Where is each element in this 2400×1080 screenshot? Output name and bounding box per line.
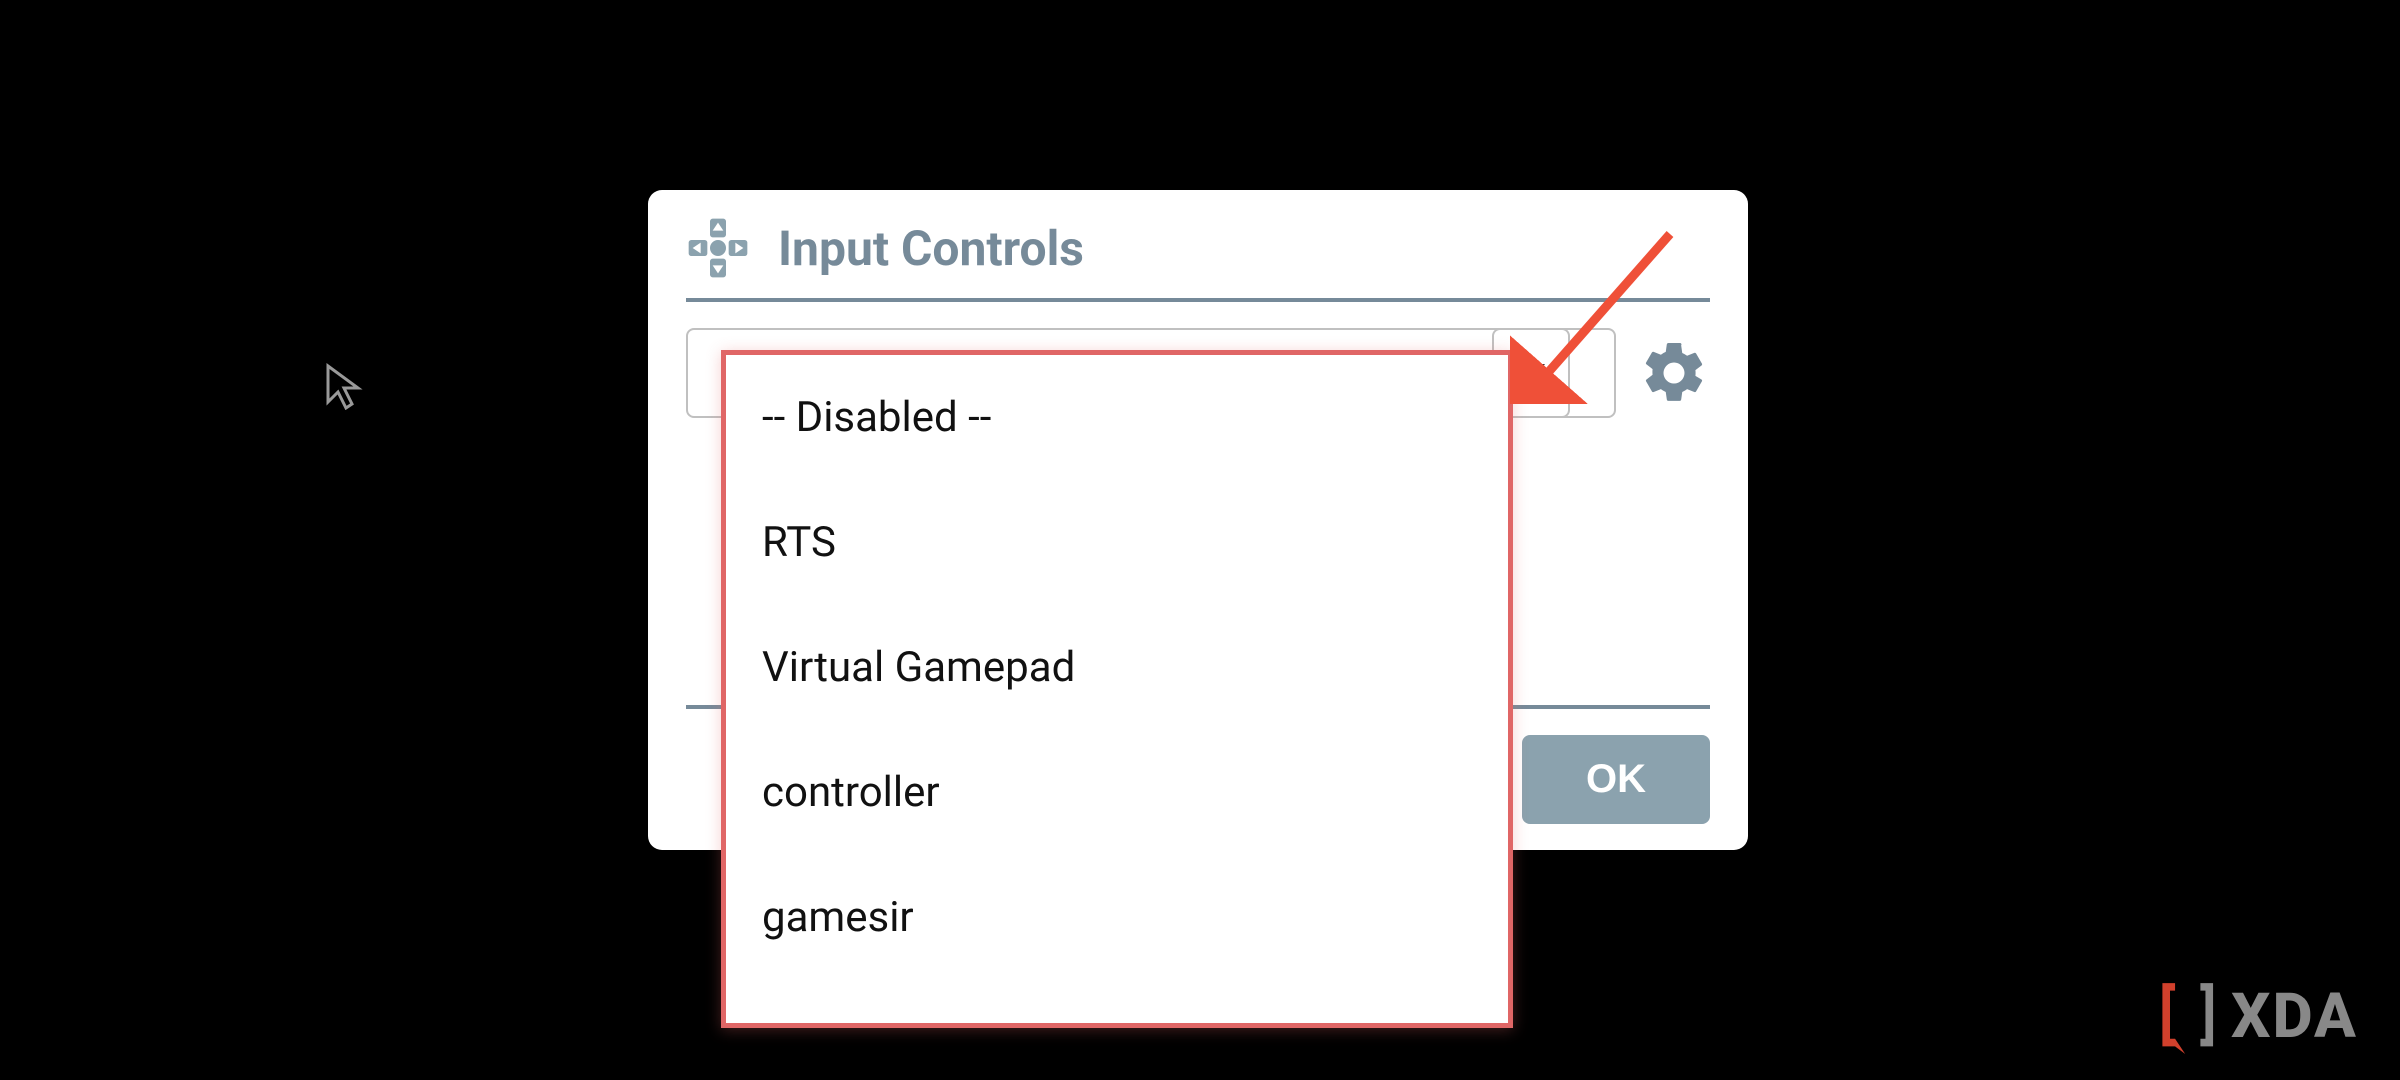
dropdown-option-disabled[interactable]: -- Disabled -- bbox=[726, 355, 1508, 480]
mouse-cursor-icon bbox=[320, 362, 368, 410]
watermark-text: XDA bbox=[2231, 980, 2358, 1053]
dropdown-option-virtual-gamepad[interactable]: Virtual Gamepad bbox=[726, 605, 1508, 730]
dialog-title: Input Controls bbox=[778, 220, 1084, 277]
dpad-icon bbox=[686, 216, 750, 280]
dropdown-option-gamesir[interactable]: gamesir bbox=[726, 855, 1508, 980]
chevron-down-icon bbox=[1517, 364, 1545, 382]
gear-icon[interactable] bbox=[1638, 337, 1710, 409]
dropdown-option-rts[interactable]: RTS bbox=[726, 480, 1508, 605]
dialog-header: Input Controls bbox=[686, 216, 1710, 302]
watermark-bracket-icon bbox=[2157, 978, 2221, 1054]
dropdown-option-controller[interactable]: controller bbox=[726, 730, 1508, 855]
watermark: XDA bbox=[2157, 978, 2358, 1054]
ok-button[interactable]: OK bbox=[1522, 735, 1710, 824]
profile-dropdown-list[interactable]: -- Disabled -- RTS Virtual Gamepad contr… bbox=[721, 350, 1513, 1028]
